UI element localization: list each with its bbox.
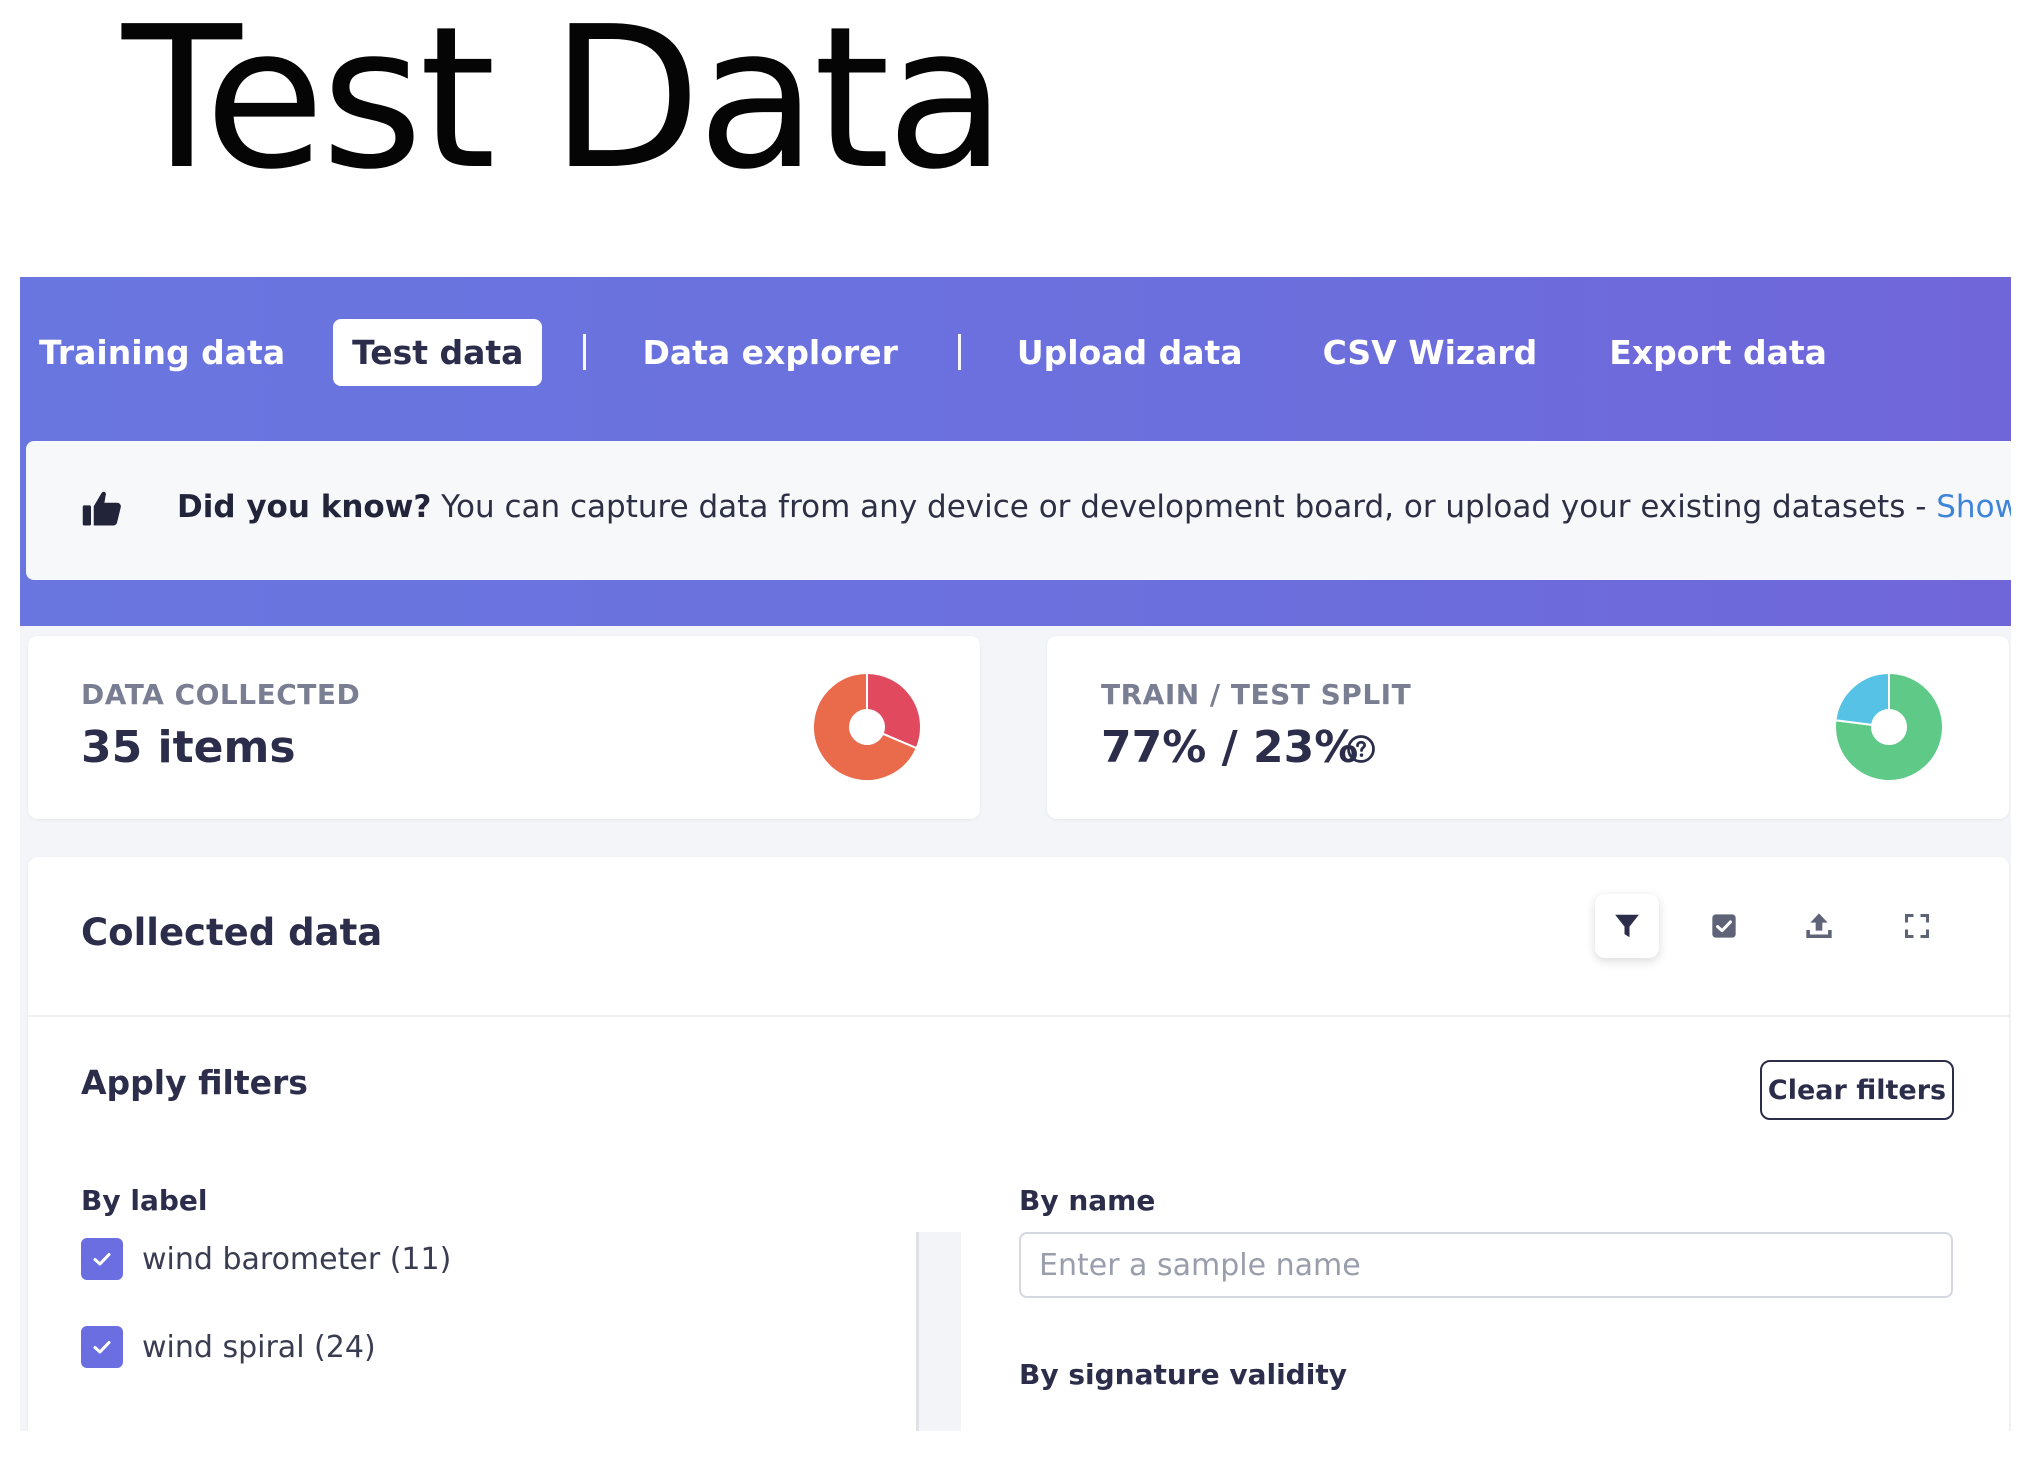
train-test-split-label: TRAIN / TEST SPLIT xyxy=(1101,678,1412,711)
tab-export-data[interactable]: Export data xyxy=(1590,319,1846,386)
did-you-know-banner: Did you know? You can capture data from … xyxy=(26,441,2011,580)
collected-data-title: Collected data xyxy=(81,911,383,954)
tab-csv-wizard[interactable]: CSV Wizard xyxy=(1304,319,1557,386)
upload-button[interactable] xyxy=(1787,894,1851,958)
page-title: Test Data xyxy=(122,0,1006,213)
tab-separator xyxy=(957,334,961,370)
data-collected-label: DATA COLLECTED xyxy=(81,678,361,711)
thumbs-up-icon xyxy=(82,491,121,526)
tab-upload-data[interactable]: Upload data xyxy=(998,319,1262,386)
check-square-icon xyxy=(1712,914,1736,938)
train-test-split-value: 77% / 23% xyxy=(1101,722,1359,773)
checkmark-icon xyxy=(93,1341,111,1354)
by-label-heading: By label xyxy=(81,1184,208,1217)
apply-filters-title: Apply filters xyxy=(81,1063,308,1102)
tip-bold: Did you know? xyxy=(177,489,432,525)
header-banner: Training data Test data Data explorer Up… xyxy=(20,277,2011,626)
data-collected-donut-chart xyxy=(812,671,922,782)
clear-filters-button[interactable]: Clear filters xyxy=(1760,1060,1954,1120)
tab-data-explorer[interactable]: Data explorer xyxy=(623,319,916,386)
train-test-split-donut-chart xyxy=(1834,671,1944,782)
tab-bar: Training data Test data Data explorer Up… xyxy=(20,317,1875,387)
tip-body: You can capture data from any device or … xyxy=(431,489,1937,525)
donut-slice-test xyxy=(1834,671,1890,726)
label-filter-wind-barometer[interactable]: wind barometer (11) xyxy=(81,1238,451,1280)
collected-data-panel: Collected data Apply filters Clear filte… xyxy=(28,857,2009,1431)
panel-divider xyxy=(28,1015,2009,1017)
train-test-split-card: TRAIN / TEST SPLIT 77% / 23% xyxy=(1047,636,2009,819)
tab-separator xyxy=(583,334,587,370)
sample-name-input[interactable] xyxy=(1019,1232,1953,1298)
data-collected-value: 35 items xyxy=(81,722,296,773)
label-filter-text: wind spiral (24) xyxy=(142,1329,376,1365)
checkbox-checked[interactable] xyxy=(81,1238,123,1280)
by-name-heading: By name xyxy=(1019,1184,1156,1217)
fullscreen-button[interactable] xyxy=(1885,894,1949,958)
checkmark-icon xyxy=(93,1253,111,1266)
expand-icon xyxy=(1904,913,1930,939)
label-filter-wind-spiral[interactable]: wind spiral (24) xyxy=(81,1326,376,1368)
question-circle-icon[interactable] xyxy=(1346,734,1376,764)
show-options-link[interactable]: Show options xyxy=(1936,489,2011,525)
label-list-scrollbar[interactable] xyxy=(916,1232,961,1431)
tab-training-data[interactable]: Training data xyxy=(20,319,304,386)
app-window: Training data Test data Data explorer Up… xyxy=(20,277,2011,1431)
data-collected-card: DATA COLLECTED 35 items xyxy=(28,636,980,819)
label-filter-text: wind barometer (11) xyxy=(142,1241,452,1277)
tip-message: Did you know? You can capture data from … xyxy=(177,489,2011,525)
upload-icon xyxy=(1806,913,1832,938)
checkbox-checked[interactable] xyxy=(81,1326,123,1368)
filter-icon xyxy=(1615,914,1639,938)
select-button[interactable] xyxy=(1692,894,1756,958)
tab-test-data[interactable]: Test data xyxy=(333,318,543,386)
donut-slice-wind-barometer xyxy=(866,671,922,750)
filter-button[interactable] xyxy=(1595,894,1659,958)
by-signature-validity-heading: By signature validity xyxy=(1019,1358,1347,1391)
